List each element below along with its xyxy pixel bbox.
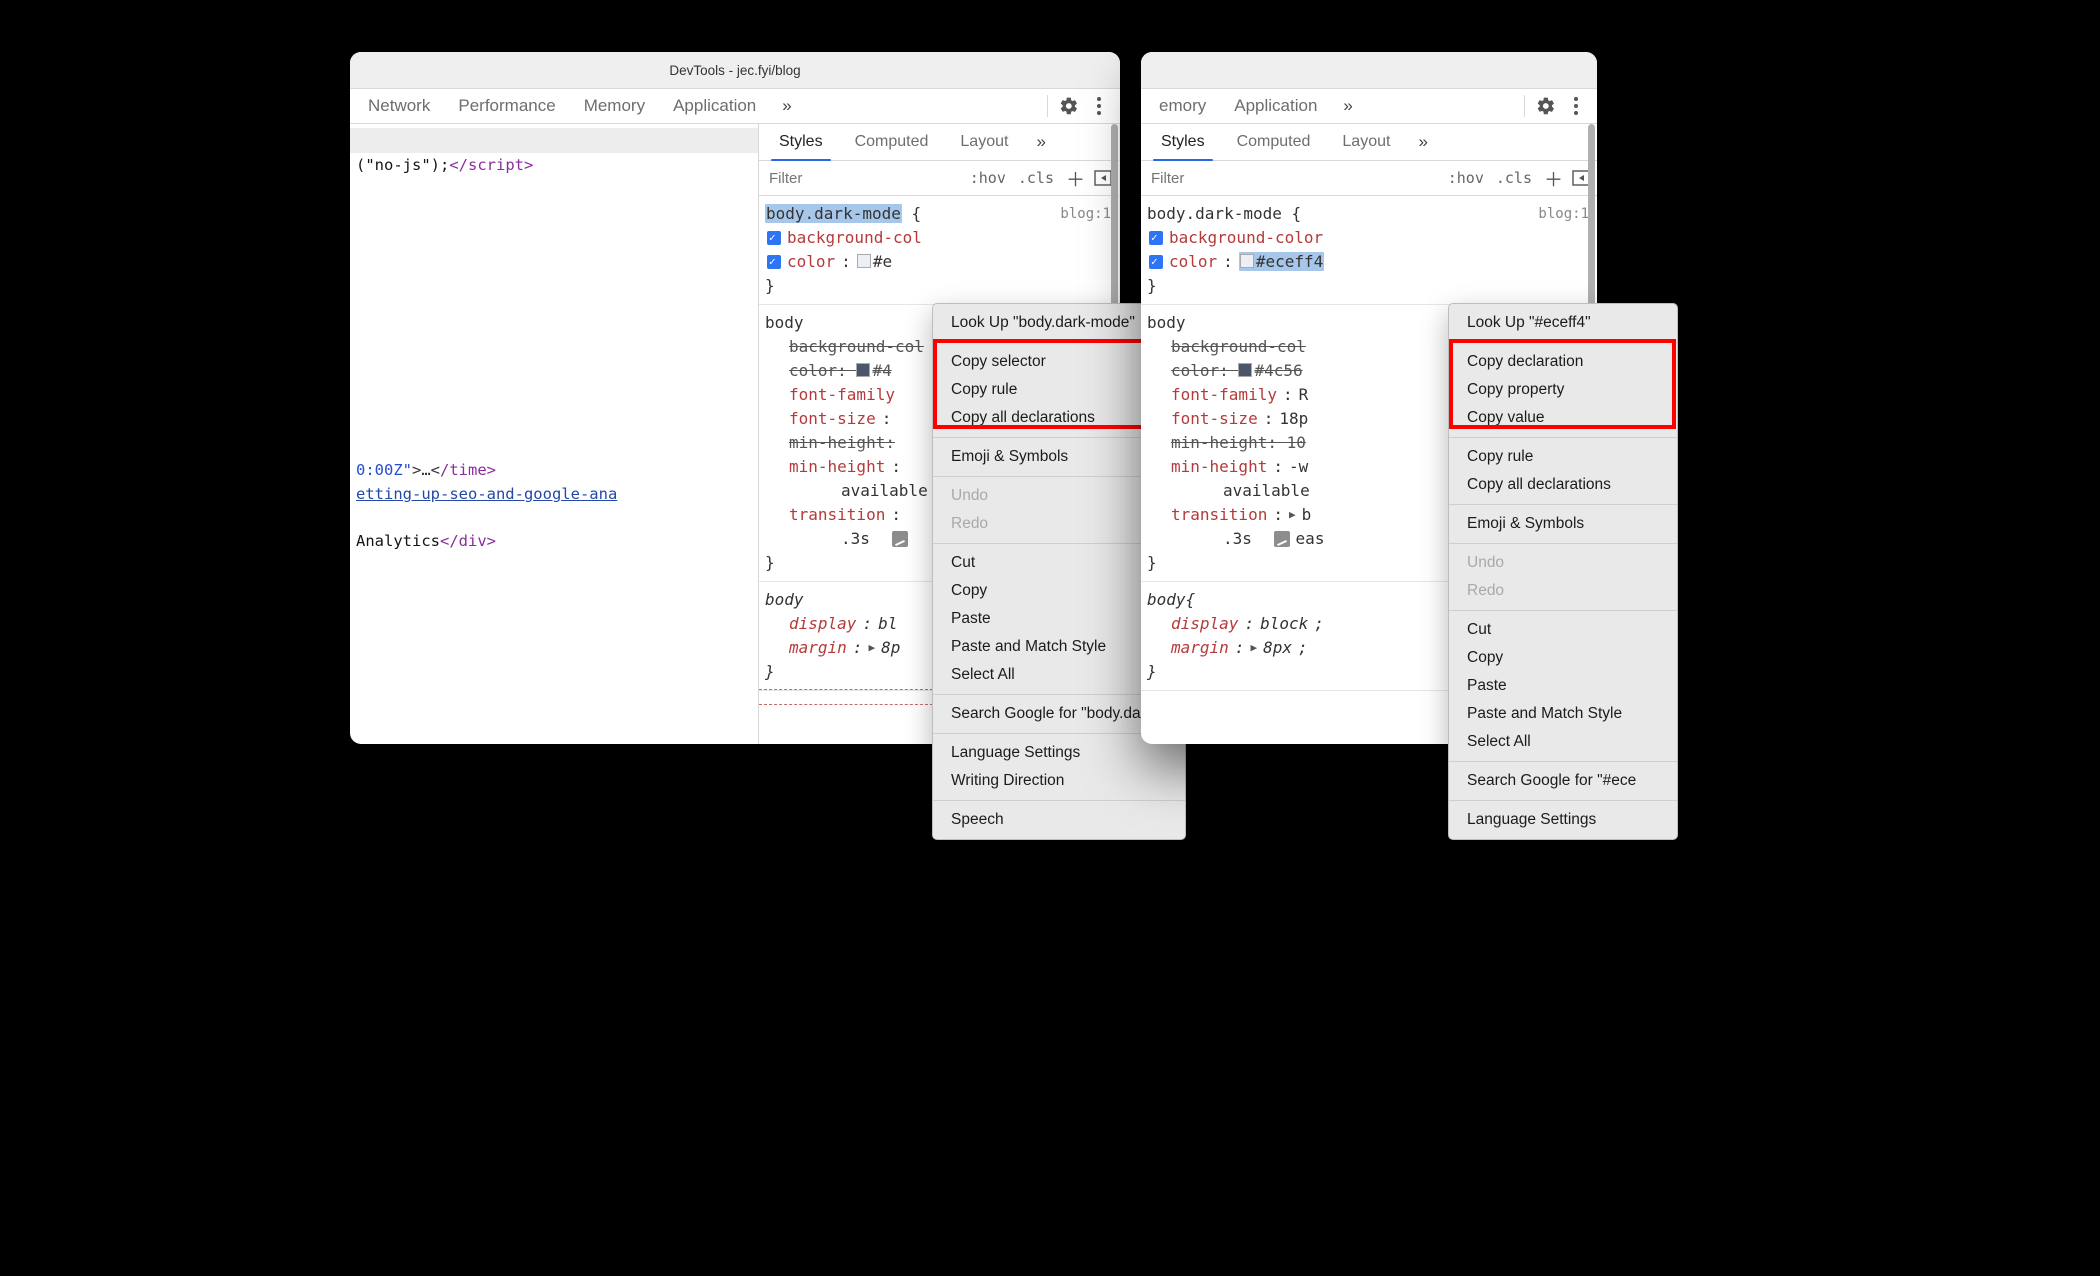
- rule-origin[interactable]: blog:1: [1538, 204, 1589, 225]
- styles-filter-row: :hov .cls ＋: [759, 161, 1119, 196]
- ctx-copy-declaration[interactable]: Copy declaration: [1449, 348, 1677, 376]
- tabs-overflow-icon[interactable]: »: [1331, 96, 1364, 116]
- tab-performance[interactable]: Performance: [444, 89, 569, 123]
- ctx-redo: Redo: [1449, 577, 1677, 605]
- color-swatch-icon[interactable]: [857, 254, 871, 268]
- kebab-icon[interactable]: [1084, 91, 1114, 121]
- divider: [1524, 95, 1525, 117]
- top-tabbar: Network Performance Memory Application »: [350, 89, 1120, 124]
- decl-prop[interactable]: background-color: [1169, 226, 1323, 250]
- window-title: DevTools - jec.fyi/blog: [669, 63, 800, 78]
- selector-body[interactable]: body: [765, 311, 804, 335]
- subtab-layout[interactable]: Layout: [1326, 124, 1406, 160]
- dom-close-script-tag: </script>: [449, 156, 533, 174]
- tab-memory[interactable]: Memory: [570, 89, 659, 123]
- rule-body-dark-mode: body.dark-mode { blog:1 background-col c…: [759, 196, 1119, 305]
- ctx-select-all[interactable]: Select All: [1449, 728, 1677, 756]
- canvas: DevTools - jec.fyi/blog Network Performa…: [275, 0, 1825, 960]
- ctx-emoji[interactable]: Emoji & Symbols: [1449, 510, 1677, 538]
- decl-prop[interactable]: background-col: [787, 226, 922, 250]
- hov-toggle[interactable]: :hov: [964, 169, 1012, 187]
- easing-icon[interactable]: [892, 531, 908, 547]
- cls-toggle[interactable]: .cls: [1012, 169, 1060, 187]
- tab-application[interactable]: Application: [1220, 89, 1331, 123]
- decl-value-selected[interactable]: #eceff4: [1256, 252, 1323, 271]
- dom-link[interactable]: etting-up-seo-and-google-ana: [356, 485, 617, 503]
- ctx-cut[interactable]: Cut: [1449, 616, 1677, 644]
- ctx-language-settings[interactable]: Language Settings: [1449, 806, 1677, 834]
- tab-application[interactable]: Application: [659, 89, 770, 123]
- color-swatch-icon[interactable]: [1238, 363, 1252, 377]
- styles-filter-input[interactable]: [1149, 169, 1442, 188]
- ctx-look-up[interactable]: Look Up "#eceff4": [1449, 309, 1677, 337]
- window-titlebar: [1141, 52, 1597, 89]
- top-tabbar: emory Application »: [1141, 89, 1597, 124]
- selector-body-dark-mode[interactable]: body.dark-mode: [1147, 204, 1282, 223]
- decl-prop[interactable]: color: [1169, 250, 1217, 274]
- ctx-copy[interactable]: Copy: [1449, 644, 1677, 672]
- subtab-styles[interactable]: Styles: [763, 124, 839, 160]
- divider: [1047, 95, 1048, 117]
- gear-icon[interactable]: [1531, 91, 1561, 121]
- tabs-overflow-icon[interactable]: »: [770, 96, 803, 116]
- color-swatch-icon[interactable]: [1240, 254, 1254, 268]
- rule-body-dark-mode: body.dark-mode { blog:1 background-color…: [1141, 196, 1597, 305]
- decl-checkbox[interactable]: [767, 231, 781, 245]
- subtab-layout[interactable]: Layout: [944, 124, 1024, 160]
- selector-body-dark-mode[interactable]: body.dark-mode: [765, 204, 902, 223]
- window-titlebar: DevTools - jec.fyi/blog: [350, 52, 1120, 89]
- dom-close-div-tag: </div>: [440, 532, 496, 550]
- styles-filter-input[interactable]: [767, 169, 964, 188]
- subtab-styles[interactable]: Styles: [1145, 124, 1221, 160]
- easing-icon[interactable]: [1274, 531, 1290, 547]
- tab-network[interactable]: Network: [354, 89, 444, 123]
- dom-attr-value: 0:00Z": [356, 461, 412, 479]
- kebab-icon[interactable]: [1561, 91, 1591, 121]
- rule-origin[interactable]: blog:1: [1060, 204, 1111, 225]
- gear-icon[interactable]: [1054, 91, 1084, 121]
- hov-toggle[interactable]: :hov: [1442, 169, 1490, 187]
- ctx-copy-all-decls[interactable]: Copy all declarations: [1449, 471, 1677, 499]
- ctx-copy-rule[interactable]: Copy rule: [1449, 443, 1677, 471]
- dom-selected-line: [350, 128, 759, 153]
- ctx-undo: Undo: [1449, 549, 1677, 577]
- ctx-paste[interactable]: Paste: [1449, 672, 1677, 700]
- dom-text: ("no-js");: [356, 156, 449, 174]
- decl-checkbox[interactable]: [1149, 231, 1163, 245]
- ctx-paste-match[interactable]: Paste and Match Style: [1449, 700, 1677, 728]
- styles-subtabs: Styles Computed Layout »: [1141, 124, 1597, 161]
- subtab-computed[interactable]: Computed: [839, 124, 945, 160]
- subtab-overflow-icon[interactable]: »: [1406, 132, 1439, 152]
- decl-prop[interactable]: color: [787, 250, 835, 274]
- dom-pane[interactable]: ("no-js");</script> 0:00Z">…</time> etti…: [350, 124, 759, 744]
- ctx-search-google[interactable]: Search Google for "#ece: [1449, 767, 1677, 795]
- context-menu-right: Look Up "#eceff4" Copy declaration Copy …: [1448, 303, 1678, 840]
- new-rule-icon[interactable]: ＋: [1060, 165, 1091, 192]
- subtab-computed[interactable]: Computed: [1221, 124, 1327, 160]
- styles-subtabs: Styles Computed Layout »: [759, 124, 1119, 161]
- ctx-writing-direction[interactable]: Writing Direction: [933, 767, 1185, 795]
- ctx-speech[interactable]: Speech: [933, 806, 1185, 834]
- ctx-copy-property[interactable]: Copy property: [1449, 376, 1677, 404]
- toggle-sidebar-icon[interactable]: [1093, 168, 1113, 188]
- tab-memory[interactable]: emory: [1145, 89, 1220, 123]
- ctx-copy-value[interactable]: Copy value: [1449, 404, 1677, 432]
- new-rule-icon[interactable]: ＋: [1538, 165, 1569, 192]
- decl-checkbox[interactable]: [767, 255, 781, 269]
- cls-toggle[interactable]: .cls: [1490, 169, 1538, 187]
- color-swatch-icon[interactable]: [856, 363, 870, 377]
- decl-checkbox[interactable]: [1149, 255, 1163, 269]
- subtab-overflow-icon[interactable]: »: [1024, 132, 1057, 152]
